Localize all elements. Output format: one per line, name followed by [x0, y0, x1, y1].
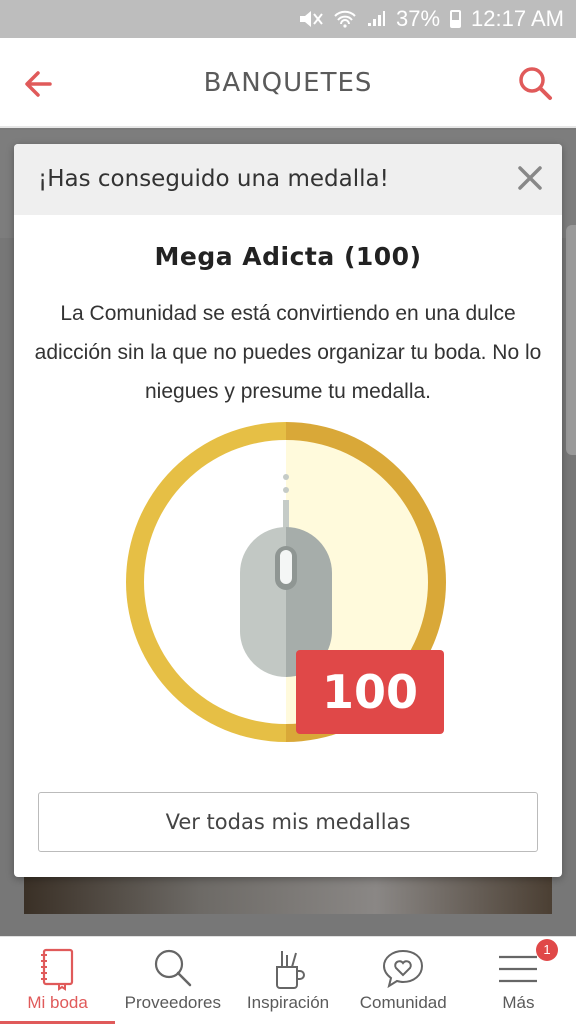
notebook-icon	[40, 948, 73, 991]
search-button[interactable]	[514, 62, 558, 106]
status-bar: 37% 12:17 AM	[0, 0, 576, 38]
nav-label: Mi boda	[27, 993, 88, 1012]
background-card-edge	[566, 225, 576, 455]
battery-icon	[450, 10, 462, 28]
nav-label: Comunidad	[359, 993, 447, 1012]
signal-icon	[366, 10, 386, 28]
notification-badge: 1	[536, 939, 559, 961]
pencil-cup-icon	[276, 951, 305, 989]
app-header: BANQUETES	[0, 38, 576, 128]
close-icon	[518, 166, 542, 190]
medal-name: Mega Adicta (100)	[154, 242, 422, 271]
clock: 12:17 AM	[471, 6, 564, 31]
nav-item-mas[interactable]: 1 Más	[461, 937, 576, 1024]
mute-icon	[298, 10, 324, 28]
medal-description: La Comunidad se está convirtiendo en una…	[34, 302, 542, 403]
nav-item-mi-boda[interactable]: Mi boda	[0, 937, 116, 1024]
wifi-icon	[334, 10, 356, 28]
medal-count-badge: 100	[296, 650, 444, 734]
dialog-header: ¡Has conseguido una medalla!	[14, 144, 562, 215]
nav-label: Inspiración	[246, 993, 330, 1012]
view-all-medals-button[interactable]: Ver todas mis medallas	[38, 792, 538, 852]
search-icon	[519, 67, 552, 100]
bottom-navigation: Mi boda Proveedores Inspiración Comunida…	[0, 936, 576, 1024]
nav-item-proveedores[interactable]: Proveedores	[115, 937, 230, 1024]
heart-chat-icon	[383, 949, 424, 989]
nav-item-comunidad[interactable]: Comunidad	[346, 937, 461, 1024]
medal-dialog: ¡Has conseguido una medalla! Mega Adicta…	[14, 144, 562, 877]
search-icon	[154, 949, 192, 987]
page-title: BANQUETES	[203, 68, 373, 98]
close-button[interactable]	[514, 162, 546, 194]
dialog-title: ¡Has conseguido una medalla!	[38, 166, 389, 192]
nav-label: Más	[502, 993, 535, 1012]
nav-item-inspiracion[interactable]: Inspiración	[230, 937, 345, 1024]
nav-label: Proveedores	[124, 993, 221, 1012]
menu-icon	[499, 955, 538, 983]
battery-percent: 37%	[396, 6, 441, 31]
